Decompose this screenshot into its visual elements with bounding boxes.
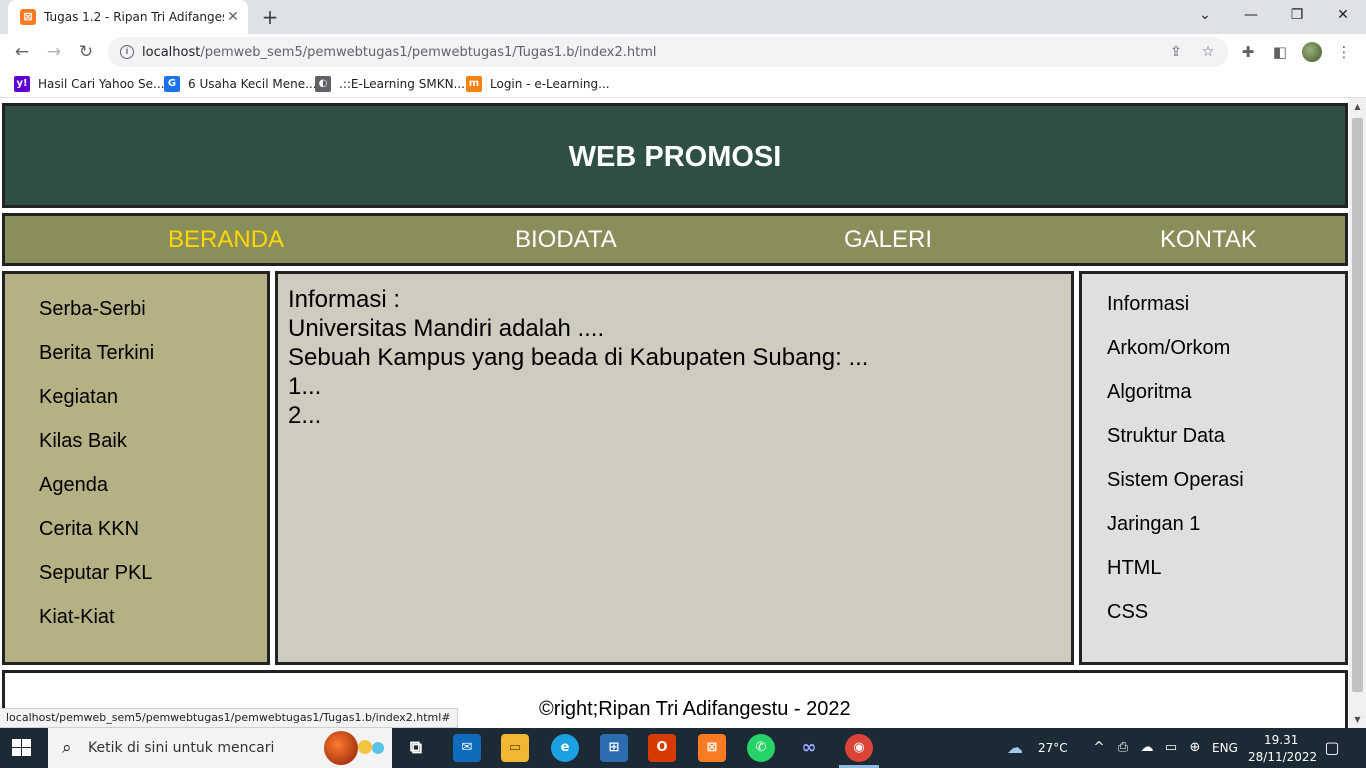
clock-time[interactable]: 19.31: [1264, 733, 1298, 747]
search-icon: ⌕: [62, 738, 72, 758]
left-sidebar: Serba-Serbi Berita Terkini Kegiatan Kila…: [2, 271, 270, 665]
url-text[interactable]: localhost/pemweb_sem5/pemwebtugas1/pemwe…: [142, 45, 656, 60]
weather-temp[interactable]: 27°C: [1038, 741, 1068, 755]
taskbar-search[interactable]: ⌕ Ketik di sini untuk mencari: [48, 728, 392, 768]
notification-icon[interactable]: ▢: [1323, 739, 1341, 757]
battery-icon[interactable]: ▭: [1162, 739, 1180, 757]
menu-icon[interactable]: ⋮: [1334, 42, 1354, 62]
tab-title: Tugas 1.2 - Ripan Tri Adifangestu: [44, 10, 224, 24]
left-menu-item[interactable]: Seputar PKL: [39, 562, 152, 585]
windows-start-icon[interactable]: [12, 739, 32, 757]
right-menu-item[interactable]: Algoritma: [1107, 381, 1191, 404]
content-line: Universitas Mandiri adalah ....: [288, 315, 605, 342]
mail-icon[interactable]: ✉: [453, 734, 481, 762]
content-line: Informasi :: [288, 286, 401, 313]
xampp-icon: ⊠: [20, 9, 36, 25]
left-menu-item[interactable]: Kilas Baik: [39, 430, 127, 453]
xampp-icon[interactable]: ⊠: [698, 734, 726, 762]
site-icon: G: [164, 76, 180, 92]
taskbar: ⌕ Ketik di sini untuk mencari ⧉ ✉ ▭ e ⊞ …: [0, 728, 1366, 768]
content-line: Sebuah Kampus yang beada di Kabupaten Su…: [288, 344, 869, 371]
scroll-up-icon[interactable]: ▲: [1349, 98, 1366, 115]
restore-icon[interactable]: ❐: [1283, 4, 1311, 26]
extensions-icon[interactable]: ✚: [1238, 42, 1258, 62]
weather-icon[interactable]: ☁: [1006, 739, 1024, 757]
bookmark-item[interactable]: y! Hasil Cari Yahoo Se...: [14, 76, 165, 94]
right-menu-item[interactable]: CSS: [1107, 601, 1148, 624]
language-indicator[interactable]: ENG: [1212, 741, 1238, 755]
scroll-down-icon[interactable]: ▼: [1349, 711, 1366, 728]
browser-tabstrip: ⊠ Tugas 1.2 - Ripan Tri Adifangestu ✕ + …: [0, 0, 1366, 34]
right-sidebar: Informasi Arkom/Orkom Algoritma Struktur…: [1079, 271, 1348, 665]
left-menu-item[interactable]: Agenda: [39, 474, 108, 497]
forward-icon[interactable]: →: [42, 40, 66, 64]
content-line: 2...: [288, 402, 322, 429]
tab-search-icon[interactable]: ⌄: [1191, 4, 1219, 26]
left-menu-item[interactable]: Kegiatan: [39, 386, 118, 409]
page-scrollbar[interactable]: ▲ ▼: [1349, 98, 1366, 728]
main-nav: BERANDA BIODATA GALERI KONTAK: [2, 213, 1348, 266]
store-icon[interactable]: ⊞: [600, 734, 628, 762]
star-icon[interactable]: ☆: [1198, 42, 1218, 62]
yahoo-icon: y!: [14, 76, 30, 92]
main-content: Informasi : Universitas Mandiri adalah .…: [275, 271, 1074, 665]
content-line: 1...: [288, 373, 322, 400]
clock-date[interactable]: 28/11/2022: [1248, 750, 1317, 764]
close-icon[interactable]: ✕: [224, 8, 242, 26]
bookmark-item[interactable]: ◐ .::E-Learning SMKN...: [315, 76, 465, 94]
new-tab-button[interactable]: +: [258, 6, 282, 28]
nav-kontak[interactable]: KONTAK: [1160, 226, 1257, 254]
left-menu-item[interactable]: Cerita KKN: [39, 518, 139, 541]
meet-icon[interactable]: ⎙: [1114, 739, 1132, 757]
side-panel-icon[interactable]: ◧: [1270, 42, 1290, 62]
globe-icon: ◐: [315, 76, 331, 92]
search-highlight-icon: [324, 731, 358, 765]
footer-text: ©right;Ripan Tri Adifangestu - 2022: [539, 698, 851, 720]
back-icon[interactable]: ←: [10, 40, 34, 64]
search-highlight-icon: [372, 742, 384, 754]
left-menu-item[interactable]: Serba-Serbi: [39, 298, 146, 321]
chevron-up-icon[interactable]: ^: [1090, 739, 1108, 757]
share-icon[interactable]: ⇪: [1166, 42, 1186, 62]
bookmarks-bar: y! Hasil Cari Yahoo Se... G6 Usaha Kecil …: [0, 70, 1366, 98]
bookmark-item[interactable]: m Login - e-Learning...: [466, 76, 610, 94]
cloud-sync-icon[interactable]: ☁: [1138, 739, 1156, 757]
right-menu-item[interactable]: Informasi: [1107, 293, 1189, 316]
status-url-bubble: localhost/pemweb_sem5/pemwebtugas1/pemwe…: [0, 708, 458, 728]
page-viewport: WEB PROMOSI BERANDA BIODATA GALERI KONTA…: [0, 98, 1366, 728]
reload-icon[interactable]: ↻: [74, 40, 98, 64]
infinity-app-icon[interactable]: ∞: [795, 734, 823, 762]
info-icon[interactable]: i: [120, 45, 134, 59]
avatar[interactable]: [1302, 42, 1322, 62]
left-menu-item[interactable]: Berita Terkini: [39, 342, 154, 365]
nav-galeri[interactable]: GALERI: [844, 226, 932, 254]
search-input[interactable]: Ketik di sini untuk mencari: [88, 740, 274, 756]
whatsapp-icon[interactable]: ✆: [747, 734, 775, 762]
file-explorer-icon[interactable]: ▭: [501, 734, 529, 762]
moodle-icon: m: [466, 76, 482, 92]
right-menu-item[interactable]: Arkom/Orkom: [1107, 337, 1230, 360]
left-menu-item[interactable]: Kiat-Kiat: [39, 606, 115, 629]
right-menu-item[interactable]: Sistem Operasi: [1107, 469, 1244, 492]
browser-toolbar: ← → ↻ i localhost/pemweb_sem5/pemwebtuga…: [0, 34, 1366, 70]
right-menu-item[interactable]: Jaringan 1: [1107, 513, 1200, 536]
task-view-icon[interactable]: ⧉: [402, 734, 430, 762]
right-menu-item[interactable]: HTML: [1107, 557, 1161, 580]
close-window-icon[interactable]: ✕: [1329, 4, 1357, 26]
minimize-icon[interactable]: —: [1237, 4, 1265, 26]
scroll-thumb[interactable]: [1352, 118, 1363, 692]
office-icon[interactable]: O: [648, 734, 676, 762]
page-title: WEB PROMOSI: [568, 141, 782, 173]
right-menu-item[interactable]: Struktur Data: [1107, 425, 1225, 448]
chrome-icon[interactable]: ◉: [845, 734, 873, 762]
nav-beranda[interactable]: BERANDA: [168, 226, 284, 254]
browser-tab[interactable]: ⊠ Tugas 1.2 - Ripan Tri Adifangestu ✕: [8, 0, 248, 34]
address-bar[interactable]: i localhost/pemweb_sem5/pemwebtugas1/pem…: [108, 37, 1228, 67]
network-icon[interactable]: ⊕: [1186, 739, 1204, 757]
bookmark-item[interactable]: G6 Usaha Kecil Mene...: [164, 76, 317, 94]
nav-biodata[interactable]: BIODATA: [515, 226, 617, 254]
search-highlight-icon: [358, 740, 372, 754]
page-header: WEB PROMOSI: [2, 103, 1348, 208]
edge-icon[interactable]: e: [551, 734, 579, 762]
